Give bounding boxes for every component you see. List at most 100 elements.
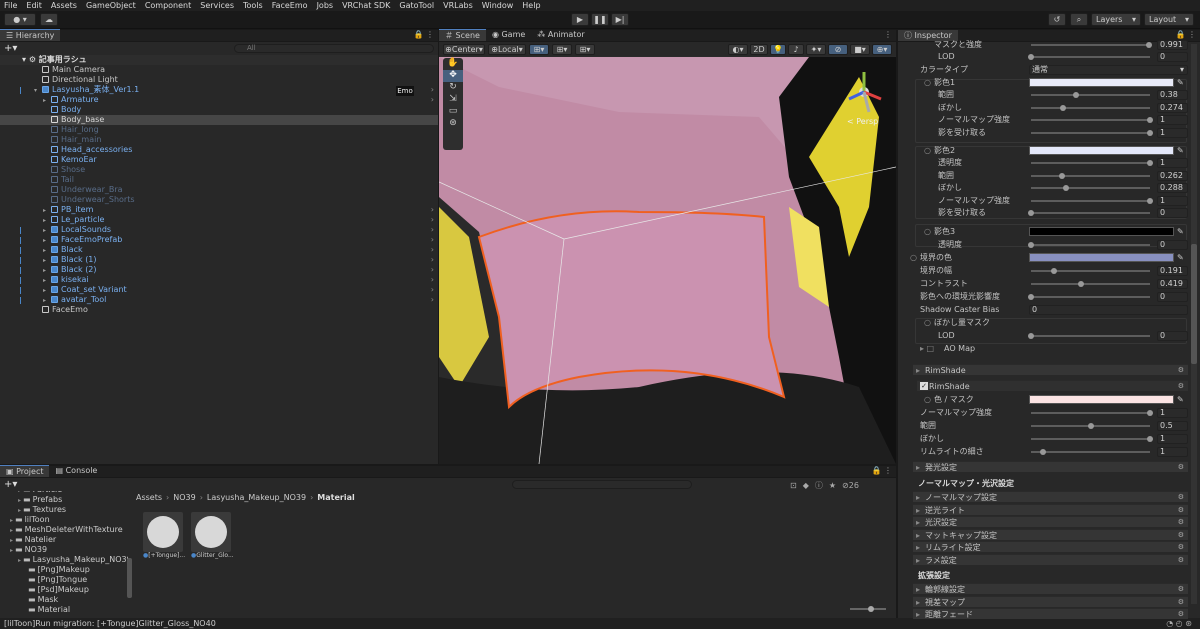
property-slider[interactable] [1031,173,1150,179]
breadcrumb-item[interactable]: Lasyusha_Makeup_NO39 [207,493,306,502]
status-message[interactable]: [lilToon]Run migration: [+Tongue]Glitter… [4,619,216,628]
value-field[interactable]: 1 [1157,434,1188,444]
folder-arrow-icon[interactable]: ▸ [18,491,21,494]
value-field[interactable]: 0.991 [1157,40,1188,50]
slider-knob[interactable] [1147,160,1153,166]
value-field[interactable]: 1 [1157,447,1188,457]
property-slider[interactable] [1028,333,1150,339]
settings-section[interactable]: ▸ ラメ設定 ⚙ [913,553,1188,566]
gear-icon[interactable]: ⚙ [1178,609,1184,620]
gear-icon[interactable]: ⚙ [1178,597,1184,608]
asset-thumb-tongue[interactable] [143,512,183,552]
thumbnail-size-slider[interactable] [850,606,886,612]
value-field[interactable]: 0 [1029,305,1188,315]
folder-arrow-icon[interactable]: ▸ [10,517,13,524]
slider-knob[interactable] [1040,449,1046,455]
eyedropper-icon[interactable]: ✎ [1177,145,1184,157]
settings-section[interactable]: ▸ 光沢設定 ⚙ [913,516,1188,527]
folder-arrow-icon[interactable]: ▸ [18,557,21,564]
color-swatch[interactable] [1029,227,1174,236]
rimshade-checkbox[interactable]: ✓ [920,382,928,390]
filter-type-icon[interactable]: ⊡ [790,481,797,490]
value-field[interactable]: 0.191 [1157,266,1188,276]
folder-arrow-icon[interactable]: ▸ [10,537,13,544]
slider-knob[interactable] [1059,173,1065,179]
project-folder-item[interactable]: ▸ ▬ Lasyusha_Makeup_NO39 [0,555,128,565]
foldout-arrow-icon[interactable]: ▸ □ [920,343,934,355]
project-folder-item[interactable]: ▸ ▬ MeshDeleterWithTexture [0,525,123,535]
color-swatch[interactable] [1029,78,1174,87]
foldout-arrow-icon[interactable]: ▸ [916,597,920,608]
settings-section[interactable]: ▸ マットキャップ設定 ⚙ [913,528,1188,540]
property-slider[interactable] [1031,185,1150,191]
menu-item-help[interactable]: Help [518,0,545,11]
value-field[interactable]: 0.5 [1157,421,1188,431]
slider-knob[interactable] [1028,333,1034,339]
folder-arrow-icon[interactable]: ▸ [18,507,21,514]
property-slider[interactable] [1031,92,1150,98]
settings-section[interactable]: ▸ ノーマルマップ設定 ⚙ [913,491,1188,502]
project-folder-item[interactable]: ▸ ▬ Natelier [0,535,56,545]
property-slider[interactable] [1031,449,1150,455]
value-field[interactable]: 1 [1157,128,1188,138]
project-folder-item[interactable]: ▬ [Png]Makeup [0,565,90,575]
color-swatch[interactable] [1029,253,1174,262]
foldout-arrow-icon[interactable]: ▸ [916,492,920,503]
slider-knob[interactable] [1147,436,1153,442]
slider-knob[interactable] [1051,268,1057,274]
foldout-arrow-icon[interactable]: ▸ [916,365,920,376]
slider-knob[interactable] [1088,423,1094,429]
dropdown-field[interactable]: 通常 ▾ [1029,65,1188,75]
gear-icon[interactable]: ⚙ [1178,584,1184,595]
foldout-arrow-icon[interactable]: ▸ [916,555,920,566]
menu-item-gameobject[interactable]: GameObject [82,0,141,11]
texture-slot-icon[interactable]: ○ [910,252,917,264]
texture-slot-icon[interactable]: ○ [924,145,931,157]
history-icon[interactable]: ↺ [1048,13,1066,26]
cloud-icon[interactable]: ☁ [40,13,58,26]
texture-slot-icon[interactable]: ○ [924,77,931,89]
property-slider[interactable] [1031,117,1153,123]
menu-item-component[interactable]: Component [141,0,196,11]
value-field[interactable]: 0.262 [1157,171,1188,181]
value-field[interactable]: 1 [1157,158,1188,168]
settings-section[interactable]: ▸ リムライト設定 ⚙ [913,541,1188,552]
settings-section[interactable]: ▸ 視差マップ ⚙ [913,595,1188,608]
menu-item-vrlabs[interactable]: VRLabs [439,0,478,11]
breadcrumb-item[interactable]: Material [317,493,354,502]
settings-section[interactable]: ▸ 逆光ライト ⚙ [913,503,1188,515]
project-search-input[interactable] [512,480,692,489]
value-field[interactable]: 1 [1157,196,1188,206]
foldout-arrow-icon[interactable]: ▸ [916,609,920,620]
value-field[interactable]: 0 [1157,208,1188,218]
emission-section[interactable]: ▸ 発光設定 ⚙ [913,461,1188,472]
property-slider[interactable] [1031,105,1150,111]
info-icon[interactable]: ⓘ [815,480,823,491]
project-folder-item[interactable]: ▸ ▬ NO39 [0,545,47,555]
asset-thumb-glitter[interactable] [191,512,231,552]
search-icon[interactable]: ⌕ [1070,13,1088,26]
menu-item-services[interactable]: Services [196,0,239,11]
play-button[interactable]: ▶ [571,13,589,26]
gear-icon[interactable]: ⚙ [1178,462,1184,473]
settings-section[interactable]: ▸ 輪郭線設定 ⚙ [913,583,1188,594]
folder-arrow-icon[interactable]: ▸ [18,497,21,504]
tab-console[interactable]: ▤ Console [49,465,103,477]
property-slider[interactable] [1031,198,1153,204]
menu-item-file[interactable]: File [0,0,22,11]
value-field[interactable]: 1 [1157,115,1188,125]
property-slider[interactable] [1031,423,1150,429]
step-button[interactable]: ▶| [611,13,629,26]
slider-knob[interactable] [1147,198,1153,204]
project-folder-item[interactable]: ▸ ▬ Prefabs [0,495,62,505]
value-field[interactable]: 0.274 [1157,103,1188,113]
layout-dropdown[interactable]: Layout ▾ [1144,13,1194,26]
filter-label-icon[interactable]: ◆ [803,481,809,490]
slider-knob[interactable] [1060,105,1066,111]
project-add-button[interactable]: +▾ [4,479,17,490]
project-menu-icon[interactable]: 🔒 ⋮ [871,465,896,477]
gear-icon[interactable]: ⚙ [1178,365,1184,376]
property-slider[interactable] [1028,242,1150,248]
slider-knob[interactable] [1146,42,1152,48]
project-folder-item[interactable]: ▬ [Png]Tongue [0,575,87,585]
